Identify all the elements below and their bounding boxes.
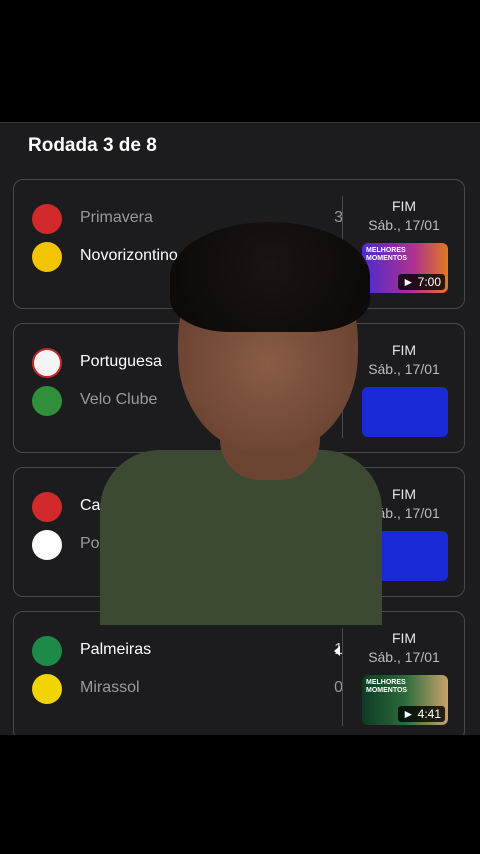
home-team-name: Portuguesa [80,353,162,370]
home-team-name: Ca [80,497,101,514]
away-team-name: Po [80,535,100,552]
away-team-name: Mirassol [80,679,140,696]
home-team-score: 3 [334,209,343,226]
match-date: Sáb., 17/01 [368,649,440,665]
person-hair [170,222,370,332]
team-crest-icon [32,530,62,560]
highlights-thumbnail[interactable] [362,387,448,437]
away-team-name: Velo Clube [80,391,158,408]
highlights-thumbnail[interactable]: MELHORES MOMENTOS ► 7:00 [362,243,448,293]
thumbnail-label: MELHORES MOMENTOS [366,247,408,262]
match-status: FIM [391,342,417,358]
home-team-name: Palmeiras [80,641,152,658]
match-status: FIM [391,630,417,646]
winner-arrow-icon [334,646,340,656]
home-team-name: Primavera [80,209,153,226]
match-card[interactable]: Palmeiras 1 Mirassol 0 FIM Sáb., 17/01 M… [13,611,465,735]
team-crest-icon [32,674,62,704]
match-status: FIM [391,198,417,214]
divider [342,628,343,726]
away-team-name: Novorizontino [80,247,178,264]
team-crest-icon [32,492,62,522]
team-crest-icon [32,636,62,666]
person-shirt [100,450,382,625]
thumbnail-label: MELHORES MOMENTOS [366,679,408,694]
highlights-thumbnail[interactable]: MELHORES MOMENTOS ► 4:41 [362,675,448,725]
video-duration: ► 4:41 [398,706,445,722]
home-team-row: Palmeiras 1 [32,636,343,666]
team-crest-icon [32,386,62,416]
match-date: Sáb., 17/01 [368,361,440,377]
video-duration: ► 7:00 [398,274,445,290]
away-team-row: Mirassol 0 [32,674,343,704]
team-crest-icon [32,348,62,378]
match-date: Sáb., 17/01 [368,217,440,233]
team-crest-icon [32,204,62,234]
round-title: Rodada 3 de 8 [28,135,157,156]
away-team-score: 0 [334,679,343,696]
team-crest-icon [32,242,62,272]
